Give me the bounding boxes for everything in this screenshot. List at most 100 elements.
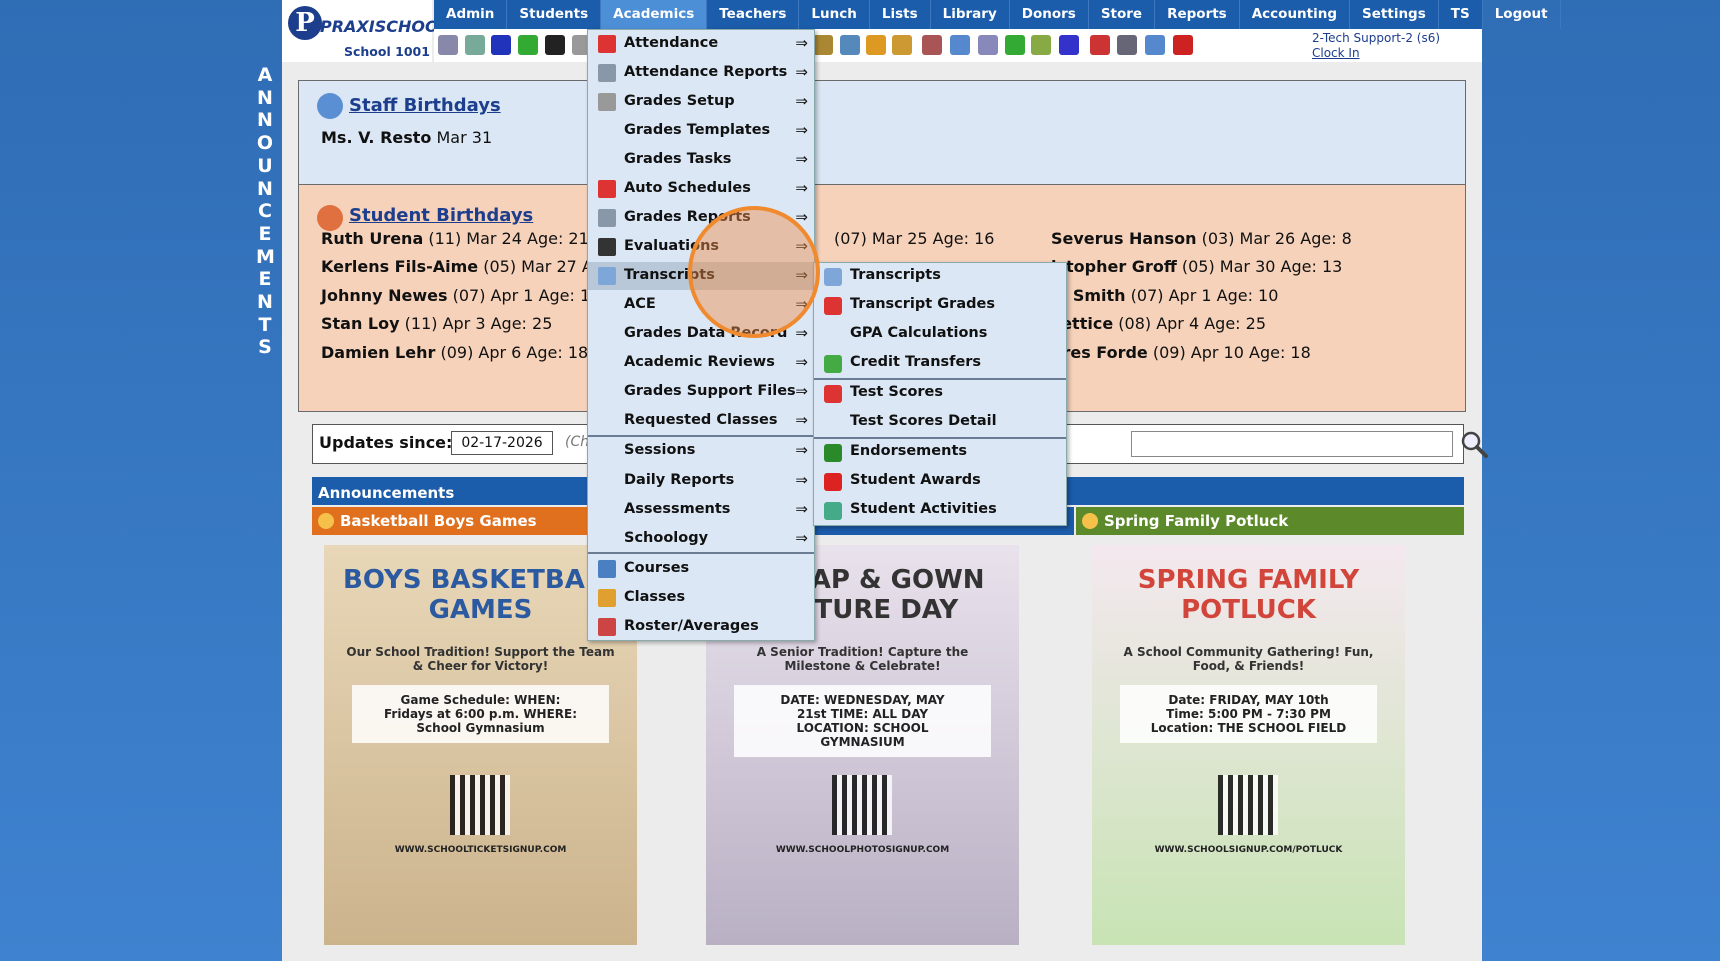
academics-item-schoology[interactable]: Schoology ⇒ bbox=[588, 525, 814, 553]
menu-item-label: Grades Support Files bbox=[624, 383, 796, 399]
cake-icon bbox=[317, 205, 343, 231]
academics-item-roster-averages[interactable]: Roster/Averages bbox=[588, 613, 814, 641]
food-icon[interactable] bbox=[813, 35, 833, 55]
printer-icon[interactable] bbox=[1117, 35, 1137, 55]
document-icon bbox=[598, 267, 616, 285]
money-icon[interactable] bbox=[1005, 35, 1025, 55]
menu-ts[interactable]: TS bbox=[1439, 0, 1483, 29]
academics-item-attendance-reports[interactable]: Attendance Reports ⇒ bbox=[588, 59, 814, 87]
student-birthday-entry: istopher Groff (05) Mar 30 Age: 13 bbox=[1051, 257, 1343, 276]
menu-store[interactable]: Store bbox=[1089, 0, 1156, 29]
logo-mark-icon: P bbox=[288, 6, 322, 40]
menu-item-label: Attendance Reports bbox=[624, 64, 788, 80]
menu-item-label: Sessions bbox=[624, 442, 696, 458]
vertical-letter: E bbox=[258, 268, 272, 291]
phone-icon[interactable] bbox=[545, 35, 565, 55]
chat-icon[interactable] bbox=[518, 35, 538, 55]
calendar-icon bbox=[598, 35, 616, 53]
academics-item-auto-schedules[interactable]: Auto Schedules ⇒ bbox=[588, 175, 814, 203]
submenu-arrow-icon: ⇒ bbox=[795, 353, 808, 371]
transcripts-item-gpa-calculations[interactable]: GPA Calculations bbox=[814, 321, 1066, 349]
clock-in-link[interactable]: Clock In bbox=[1312, 46, 1440, 61]
transcripts-item-transcripts[interactable]: Transcripts bbox=[814, 263, 1066, 291]
submenu-item-label: Transcript Grades bbox=[850, 296, 995, 312]
power-icon[interactable] bbox=[1173, 35, 1193, 55]
book-icon[interactable] bbox=[840, 35, 860, 55]
pencil-icon[interactable] bbox=[866, 35, 886, 55]
menu-settings[interactable]: Settings bbox=[1350, 0, 1439, 29]
academics-item-courses[interactable]: Courses bbox=[588, 555, 814, 583]
clock-icon[interactable] bbox=[950, 35, 970, 55]
updates-date-input[interactable]: 02-17-2026 bbox=[451, 431, 553, 455]
academics-item-requested-classes[interactable]: Requested Classes ⇒ bbox=[588, 407, 814, 435]
transcripts-item-test-scores-detail[interactable]: Test Scores Detail bbox=[814, 409, 1066, 437]
main-menu-bar: Admin Students Academics Teachers Lunch Lists… bbox=[434, 0, 1561, 29]
academics-item-grades-support-files[interactable]: Grades Support Files ⇒ bbox=[588, 378, 814, 406]
staff-birthdays-title[interactable]: Staff Birthdays bbox=[349, 95, 501, 116]
menu-accounting[interactable]: Accounting bbox=[1240, 0, 1351, 29]
menu-admin[interactable]: Admin bbox=[434, 0, 508, 29]
menu-item-label: Academic Reviews bbox=[624, 354, 775, 370]
updates-note: (Ch bbox=[565, 434, 590, 450]
people-icon[interactable] bbox=[922, 35, 942, 55]
academics-item-academic-reviews[interactable]: Academic Reviews ⇒ bbox=[588, 349, 814, 377]
academics-item-classes[interactable]: Classes bbox=[588, 584, 814, 612]
menu-students[interactable]: Students bbox=[507, 0, 602, 29]
announcement-card-title[interactable]: Spring Family Potluck bbox=[1076, 507, 1464, 535]
submenu-arrow-icon: ⇒ bbox=[795, 34, 808, 52]
grid-icon[interactable] bbox=[465, 35, 485, 55]
student-birthday-entry: Johnny Newes (07) Apr 1 Age: 15 bbox=[321, 286, 601, 305]
transcripts-item-endorsements[interactable]: Endorsements bbox=[814, 439, 1066, 467]
menu-lunch[interactable]: Lunch bbox=[799, 0, 870, 29]
menu-academics[interactable]: Academics bbox=[601, 0, 708, 29]
menu-logout[interactable]: Logout bbox=[1483, 0, 1561, 29]
search-icon[interactable] bbox=[438, 35, 458, 55]
academics-item-grades-setup[interactable]: Grades Setup ⇒ bbox=[588, 88, 814, 116]
menu-item-label: Courses bbox=[624, 560, 690, 576]
transcripts-item-student-activities[interactable]: Student Activities bbox=[814, 497, 1066, 525]
transcripts-item-credit-transfers[interactable]: Credit Transfers bbox=[814, 350, 1066, 378]
announcement-poster-image[interactable]: SPRING FAMILY POTLUCK A School Community … bbox=[1092, 545, 1405, 945]
menu-teachers[interactable]: Teachers bbox=[707, 0, 800, 29]
menu-donors[interactable]: Donors bbox=[1010, 0, 1089, 29]
vertical-letter: S bbox=[258, 336, 272, 359]
vertical-letter: U bbox=[257, 154, 273, 177]
menu-library[interactable]: Library bbox=[931, 0, 1010, 29]
transcripts-item-student-awards[interactable]: Student Awards bbox=[814, 468, 1066, 496]
submenu-item-label: Test Scores bbox=[850, 384, 944, 400]
export-icon[interactable] bbox=[892, 35, 912, 55]
academics-item-assessments[interactable]: Assessments ⇒ bbox=[588, 496, 814, 524]
menu-divider bbox=[588, 552, 814, 554]
academics-item-sessions[interactable]: Sessions ⇒ bbox=[588, 437, 814, 465]
pdf-icon[interactable] bbox=[1090, 35, 1110, 55]
poster-info: Game Schedule: WHEN: Fridays at 6:00 p.m… bbox=[352, 685, 609, 743]
student-birthdays-title[interactable]: Student Birthdays bbox=[349, 205, 533, 226]
menu-reports[interactable]: Reports bbox=[1155, 0, 1240, 29]
academics-item-attendance[interactable]: Attendance ⇒ bbox=[588, 30, 814, 58]
printer-icon bbox=[598, 209, 616, 227]
menu-lists[interactable]: Lists bbox=[870, 0, 931, 29]
academics-item-grades-templates[interactable]: Grades Templates ⇒ bbox=[588, 117, 814, 145]
poster-subtitle: A Senior Tradition! Capture the Mileston… bbox=[756, 645, 969, 673]
at-icon[interactable] bbox=[491, 35, 511, 55]
search-icon[interactable] bbox=[1459, 429, 1489, 459]
submenu-item-label: Test Scores Detail bbox=[850, 413, 997, 429]
academics-item-grades-tasks[interactable]: Grades Tasks ⇒ bbox=[588, 146, 814, 174]
vertical-letter: O bbox=[256, 132, 274, 155]
academics-item-daily-reports[interactable]: Daily Reports ⇒ bbox=[588, 467, 814, 495]
roster-icon bbox=[598, 618, 616, 636]
announcements-vertical-label: ANNOUNCEMENTS bbox=[256, 64, 275, 359]
bus-icon[interactable] bbox=[1031, 35, 1051, 55]
transcripts-item-test-scores[interactable]: Test Scores bbox=[814, 380, 1066, 408]
menu-item-label: Schoology bbox=[624, 530, 709, 546]
book-icon bbox=[598, 560, 616, 578]
praxischool-logo[interactable]: P PRAXISCHOOL School 1001 bbox=[282, 0, 449, 62]
vertical-letter: A bbox=[257, 64, 273, 86]
search-input[interactable] bbox=[1131, 431, 1453, 457]
help-icon[interactable] bbox=[1145, 35, 1165, 55]
transcripts-item-transcript-grades[interactable]: Transcript Grades bbox=[814, 292, 1066, 320]
sheet-icon[interactable] bbox=[978, 35, 998, 55]
ap-icon[interactable] bbox=[1059, 35, 1079, 55]
logo-brand: PRAXISCHOOL bbox=[320, 17, 449, 36]
gear-icon bbox=[598, 93, 616, 111]
